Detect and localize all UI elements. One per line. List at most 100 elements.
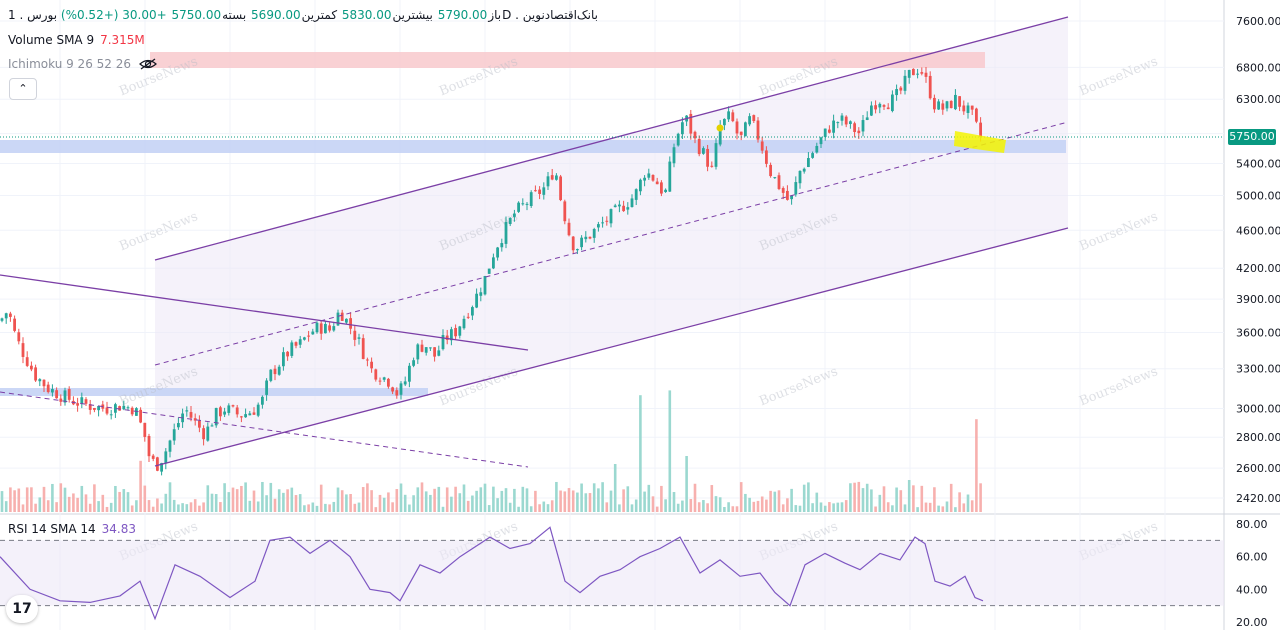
- volume-bar: [907, 480, 911, 512]
- ichimoku-legend[interactable]: Ichimoku 9 26 52 26: [8, 57, 157, 71]
- volume-bar: [282, 492, 285, 512]
- volume-bar: [735, 506, 739, 512]
- volume-bar: [256, 501, 260, 512]
- candle-body: [979, 122, 982, 138]
- volume-bar: [546, 504, 550, 512]
- volume-bar: [723, 507, 726, 512]
- candle-body: [849, 121, 852, 125]
- candle-body: [949, 100, 953, 109]
- candle-body: [958, 96, 961, 107]
- volume-bar: [622, 489, 625, 512]
- candle-body: [693, 131, 697, 139]
- candle-body: [874, 105, 877, 110]
- candle-body: [311, 331, 315, 335]
- ohlc-legend-part: باز: [488, 8, 502, 22]
- tradingview-logo[interactable]: 17: [6, 595, 38, 623]
- volume-bar: [4, 501, 8, 512]
- candle-body: [483, 275, 487, 295]
- candle-body: [361, 338, 365, 359]
- volume-bar: [576, 492, 579, 512]
- volume-bar: [853, 482, 856, 512]
- volume-bar: [214, 494, 218, 512]
- volume-bar: [718, 497, 722, 512]
- candle-body: [664, 189, 667, 193]
- candle-body: [357, 337, 361, 339]
- candle-body: [865, 117, 869, 121]
- candle-body: [458, 326, 462, 336]
- volume-bar: [979, 483, 982, 512]
- volume-bar: [483, 483, 487, 512]
- volume-bar: [471, 495, 474, 512]
- candle-body: [38, 379, 42, 382]
- candle-body: [164, 451, 168, 464]
- candle-body: [479, 292, 483, 296]
- collapse-legend-button[interactable]: ⌃: [9, 78, 37, 100]
- volume-bar: [206, 485, 210, 512]
- candle-body: [517, 202, 520, 212]
- volume-bar: [109, 502, 113, 512]
- candle-body: [920, 72, 924, 74]
- candle-body: [332, 326, 336, 331]
- volume-bar: [357, 502, 361, 512]
- volume-bar: [878, 494, 882, 512]
- price-axis-tick-label: 5400.00: [1236, 157, 1280, 170]
- candle-body: [130, 407, 134, 415]
- candle-body: [256, 404, 260, 416]
- candle-body: [303, 337, 306, 340]
- volume-bar: [311, 502, 315, 512]
- volume-bar: [849, 483, 852, 512]
- candle-body: [592, 229, 596, 238]
- volume-bar: [660, 485, 663, 512]
- candle-body: [567, 222, 571, 236]
- candle-body: [151, 455, 155, 459]
- candle-body: [815, 145, 819, 153]
- volume-bar: [395, 489, 399, 512]
- candle-body: [828, 129, 831, 133]
- volume-bar: [118, 491, 121, 512]
- candle-body: [550, 175, 554, 180]
- candle-body: [374, 369, 378, 380]
- candle-body: [807, 158, 810, 168]
- chevron-up-icon: ⌃: [18, 82, 28, 95]
- candle-body: [651, 175, 655, 181]
- volume-bar: [294, 495, 298, 512]
- candle-body: [34, 367, 37, 381]
- candle-body: [139, 409, 142, 423]
- volume-bar: [647, 484, 651, 512]
- volume-bar: [571, 490, 575, 512]
- volume-bar: [122, 489, 126, 512]
- volume-bar: [139, 460, 142, 512]
- candle-body: [307, 335, 310, 337]
- candle-body: [802, 168, 806, 172]
- candle-body: [168, 440, 172, 452]
- candle-body: [966, 105, 970, 113]
- chart-canvas[interactable]: BourseNews BourseNews BourseNews BourseNews…: [0, 0, 1280, 630]
- candle-body: [340, 312, 344, 321]
- volume-bar: [563, 491, 567, 512]
- volume-bar: [672, 492, 676, 512]
- candle-body: [668, 161, 672, 192]
- volume-bar: [248, 500, 252, 512]
- candle-body: [185, 410, 189, 412]
- volume-bar: [601, 482, 604, 512]
- volume-bar: [13, 490, 16, 512]
- candle-body: [59, 398, 63, 402]
- volume-bar: [970, 500, 974, 512]
- candle-body: [324, 323, 327, 334]
- volume-bar: [857, 481, 861, 512]
- volume-bar: [823, 505, 827, 512]
- candle-body: [769, 164, 772, 177]
- volume-bar: [895, 487, 898, 512]
- volume-bar: [681, 500, 684, 512]
- volume-bar: [328, 504, 331, 512]
- candle-body: [794, 182, 798, 195]
- price-axis-tick-label: 3000.00: [1236, 402, 1280, 415]
- volume-bar: [198, 505, 201, 512]
- candle-body: [387, 378, 390, 387]
- volume-bar: [786, 498, 789, 512]
- eye-hidden-icon[interactable]: [138, 58, 157, 70]
- candle-body: [823, 128, 827, 137]
- volume-bar: [424, 491, 428, 512]
- candle-body: [773, 177, 777, 179]
- candle-body: [647, 173, 651, 178]
